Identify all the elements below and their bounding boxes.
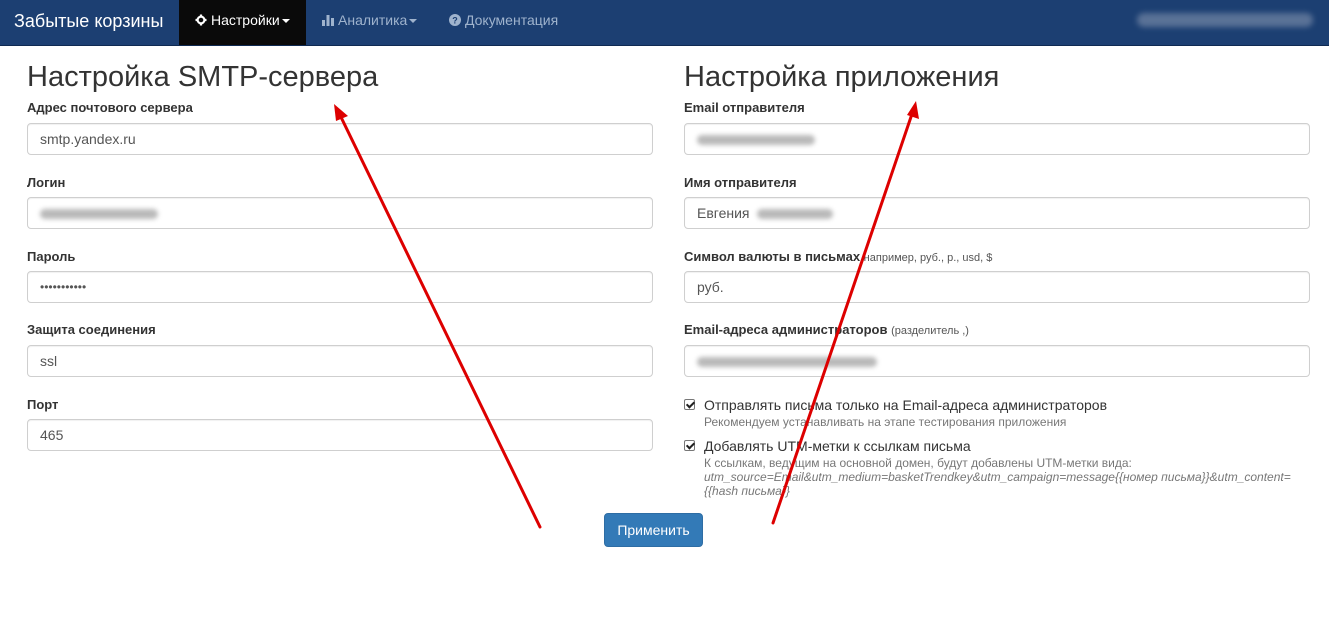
annotation-arrowhead-right [907, 101, 919, 119]
annotation-arrow-left [337, 111, 542, 529]
annotation-arrow-right [771, 109, 915, 525]
annotation-arrows [334, 101, 919, 529]
annotation-arrowhead-left [334, 104, 348, 121]
